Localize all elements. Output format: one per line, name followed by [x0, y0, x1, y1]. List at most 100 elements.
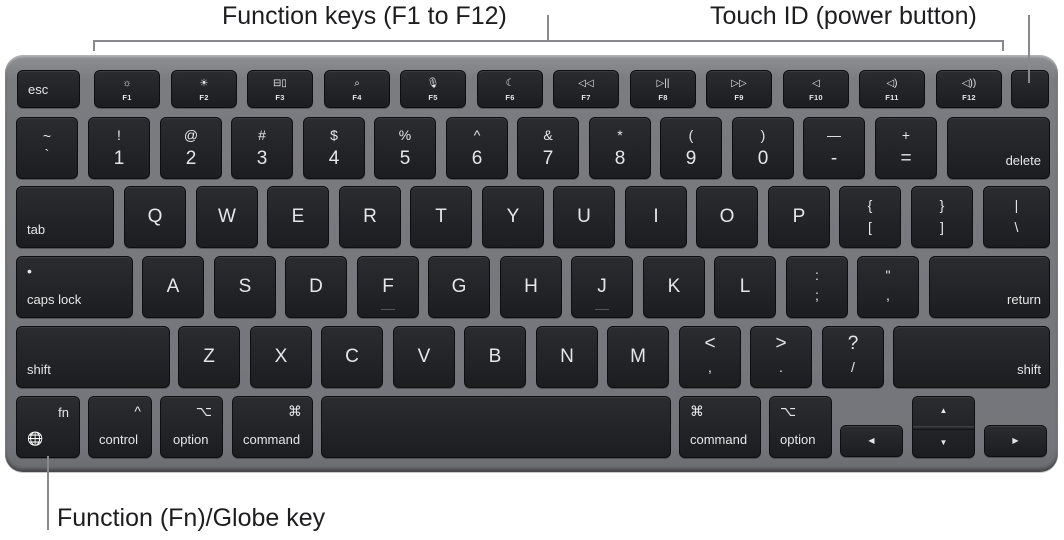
key-number-1[interactable]: ! 1: [88, 117, 150, 179]
key-shift-right[interactable]: shift: [893, 326, 1050, 388]
key-number-5[interactable]: % 5: [374, 117, 436, 179]
key-u[interactable]: U: [553, 186, 615, 248]
key-f5[interactable]: 🎙 F5: [400, 70, 466, 108]
key-r[interactable]: R: [339, 186, 401, 248]
key-q[interactable]: Q: [124, 186, 186, 248]
key-f2[interactable]: ☀ F2: [171, 70, 237, 108]
key-command-right[interactable]: ⌘ command: [679, 396, 761, 458]
key-punct-shift-0[interactable]: <,: [679, 326, 741, 388]
key-number-9[interactable]: (9: [660, 117, 722, 179]
key-shift-left[interactable]: shift: [16, 326, 170, 388]
key-e[interactable]: E: [267, 186, 329, 248]
key-legend-tab: tab: [27, 222, 46, 237]
key-legend-top: #: [258, 127, 266, 143]
key-legend-shift: shift: [1017, 362, 1041, 377]
key-option-left[interactable]: ⌥ option: [160, 396, 223, 458]
key-legend-top: ~: [42, 128, 52, 144]
key-o[interactable]: O: [696, 186, 758, 248]
key-f6[interactable]: ☾ F6: [477, 70, 543, 108]
key-z[interactable]: Z: [178, 326, 240, 388]
key-f8[interactable]: ▷|| F8: [630, 70, 696, 108]
key-legend-x: X: [274, 346, 288, 367]
key-number--[interactable]: — -: [803, 117, 865, 179]
key-number-7[interactable]: & 7: [517, 117, 579, 179]
key-number-=[interactable]: + =: [875, 117, 937, 179]
mute-icon: ◁: [812, 78, 820, 89]
key-arrow-up-down[interactable]: ▲ ▼: [912, 396, 975, 458]
key-f9[interactable]: ▷▷ F9: [706, 70, 772, 108]
key-w[interactable]: W: [196, 186, 258, 248]
key-bracket-2[interactable]: | \: [983, 186, 1050, 248]
key-legend-top: %: [398, 127, 412, 143]
key-y[interactable]: Y: [482, 186, 544, 248]
key-legend-f10: F10: [809, 93, 823, 102]
key-l[interactable]: L: [714, 256, 776, 318]
key-h[interactable]: H: [500, 256, 562, 318]
key-g[interactable]: G: [428, 256, 490, 318]
key-arrow-left[interactable]: ◀: [840, 425, 903, 457]
key-control[interactable]: ^ control: [88, 396, 152, 458]
command-icon: ⌘: [288, 403, 302, 419]
key-bracket-1[interactable]: }]: [911, 186, 973, 248]
key-legend-shift: shift: [27, 362, 51, 377]
key-punct-shift-1[interactable]: >.: [750, 326, 812, 388]
key-n[interactable]: N: [536, 326, 598, 388]
globe-icon: 🌐: [27, 431, 44, 446]
key-f4[interactable]: ⌕ F4: [324, 70, 390, 108]
key-d[interactable]: D: [285, 256, 347, 318]
key-fn-globe[interactable]: fn 🌐: [16, 396, 80, 458]
key-punct-home-1[interactable]: ",: [857, 256, 919, 318]
key-x[interactable]: X: [250, 326, 312, 388]
key-s[interactable]: S: [214, 256, 276, 318]
key-legend-q: Q: [147, 206, 163, 227]
key-a[interactable]: A: [142, 256, 204, 318]
key-number-0[interactable]: ) 0: [732, 117, 794, 179]
key-legend-u: U: [577, 206, 591, 227]
key-i[interactable]: I: [625, 186, 687, 248]
key-legend-b: B: [488, 346, 502, 367]
key-t[interactable]: T: [410, 186, 472, 248]
key-arrow-right[interactable]: ▶: [984, 425, 1047, 457]
key-legend-bottom: 8: [614, 148, 626, 169]
key-p[interactable]: P: [768, 186, 830, 248]
key-delete[interactable]: delete: [947, 117, 1050, 179]
key-f1[interactable]: ☼ F1: [94, 70, 160, 108]
key-m[interactable]: M: [607, 326, 669, 388]
volume-down-icon: ◁): [886, 78, 898, 89]
key-b[interactable]: B: [464, 326, 526, 388]
key-space[interactable]: [321, 396, 671, 458]
key-v[interactable]: V: [393, 326, 455, 388]
key-command-left[interactable]: ⌘ command: [232, 396, 313, 458]
key-legend-k: K: [667, 276, 681, 297]
key-legend-bottom: 7: [542, 148, 554, 169]
key-legend-top: !: [117, 127, 121, 143]
key-f[interactable]: F: [357, 256, 419, 318]
key-esc[interactable]: esc: [17, 70, 80, 108]
key-legend-top: *: [617, 127, 623, 143]
key-f10[interactable]: ◁ F10: [783, 70, 849, 108]
key-f3[interactable]: ⊟▯ F3: [247, 70, 313, 108]
key-bracket-0[interactable]: {[: [839, 186, 901, 248]
key-number-3[interactable]: #3: [231, 117, 293, 179]
key-k[interactable]: K: [643, 256, 705, 318]
rewind-icon: ◁◁: [578, 78, 594, 89]
key-backtick[interactable]: ~ `: [16, 117, 78, 179]
key-f7[interactable]: ◁◁ F7: [553, 70, 619, 108]
key-tab[interactable]: tab: [16, 186, 114, 248]
key-j[interactable]: J: [571, 256, 633, 318]
key-number-4[interactable]: $4: [303, 117, 365, 179]
key-return[interactable]: return: [929, 256, 1050, 318]
key-touch-id[interactable]: [1011, 70, 1049, 108]
key-punct-shift-2[interactable]: ? /: [822, 326, 884, 388]
key-f11[interactable]: ◁) F11: [859, 70, 925, 108]
key-legend-bottom: 4: [328, 148, 340, 169]
key-option-right[interactable]: ⌥ option: [769, 396, 832, 458]
key-caps-lock[interactable]: • caps lock: [16, 256, 133, 318]
key-c[interactable]: C: [321, 326, 383, 388]
key-number-8[interactable]: * 8: [589, 117, 651, 179]
key-legend-t: T: [435, 206, 447, 227]
key-number-2[interactable]: @2: [160, 117, 222, 179]
key-f12[interactable]: ◁)) F12: [936, 70, 1002, 108]
key-punct-home-0[interactable]: :;: [786, 256, 848, 318]
key-number-6[interactable]: ^ 6: [446, 117, 508, 179]
